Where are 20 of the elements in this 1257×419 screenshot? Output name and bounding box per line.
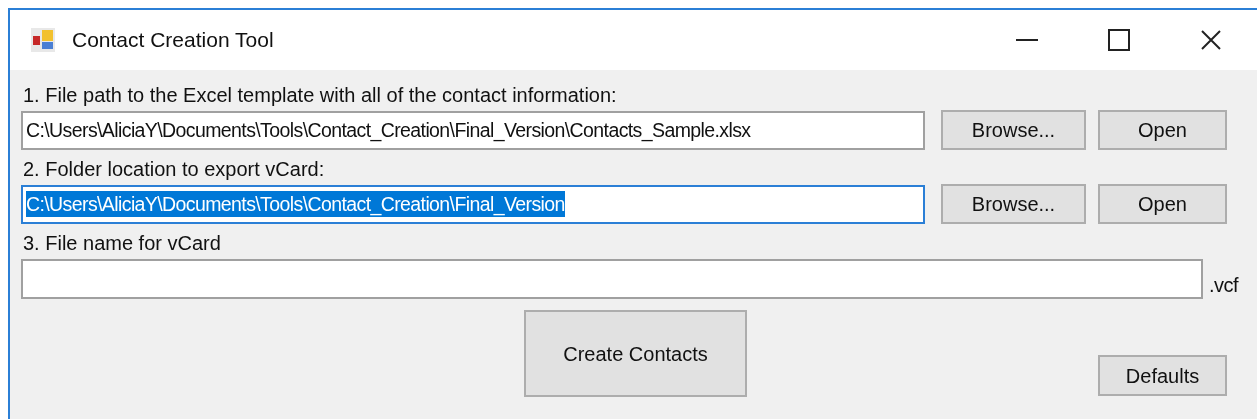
dialog-button[interactable]: Browse... [941,110,1086,150]
dialog-button[interactable]: Open [1098,110,1227,150]
dialog-button[interactable]: Browse... [941,184,1086,224]
field-value: C:\Users\AliciaY\Documents\Tools\Contact_Creation\Final_Version [26,191,565,217]
path-field[interactable]: C:\Users\AliciaY\Documents\Tools\Contact_Creation\Final_Version [21,184,925,224]
path-field[interactable]: C:\Users\AliciaY\Documents\Tools\Contact_Creation\Final_Version\Contacts_Sample.xlsx [21,110,925,150]
defaults-button[interactable]: Defaults [1098,355,1227,396]
create-contacts-button[interactable]: Create Contacts [524,310,747,397]
path-field[interactable] [21,259,1203,299]
window-title: Contact Creation Tool [72,27,274,54]
field-value: C:\Users\AliciaY\Documents\Tools\Contact_Creation\Final_Version\Contacts_Sample.xlsx [26,118,751,143]
file-extension: .vcf [1209,273,1239,298]
app-icon [30,27,56,53]
minimize-icon [1016,38,1038,42]
field-label: 2. Folder location to export vCard: [23,157,326,182]
maximize-icon [1108,29,1130,51]
dialog-button[interactable]: Open [1098,184,1227,224]
field-label: 3. File name for vCard [23,231,222,256]
close-icon [1200,29,1222,51]
field-label: 1. File path to the Excel template with all of the contact information: [23,83,618,108]
